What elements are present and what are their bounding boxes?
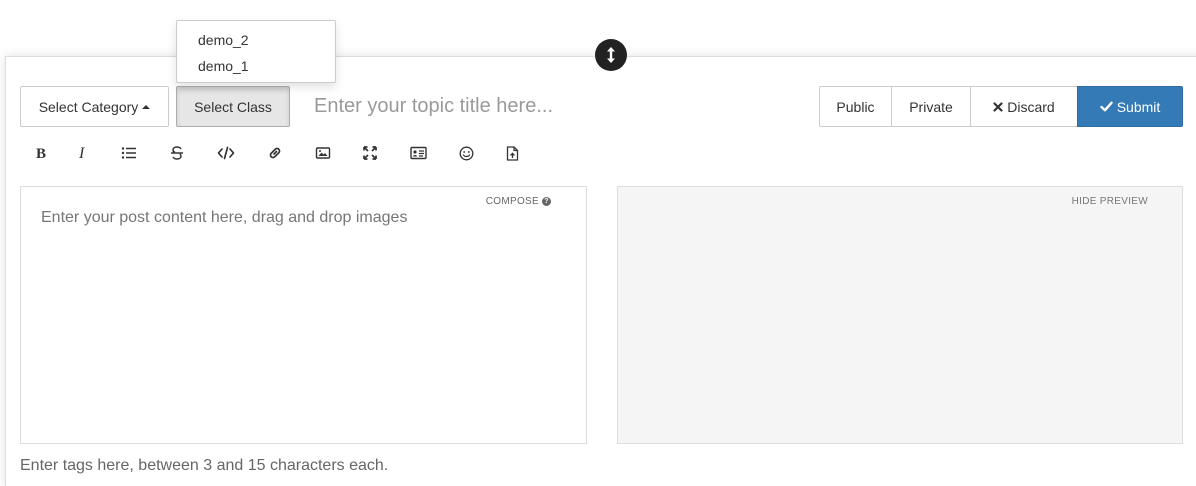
- id-card-icon[interactable]: [407, 142, 429, 164]
- public-label: Public: [836, 98, 875, 115]
- submit-label: Submit: [1116, 98, 1161, 115]
- select-category-label: Select Category: [38, 98, 139, 115]
- list-icon[interactable]: [118, 142, 140, 164]
- discard-label: Discard: [1007, 98, 1055, 115]
- private-label: Private: [909, 98, 953, 115]
- caret-up-icon: [142, 104, 151, 109]
- submit-button[interactable]: Submit: [1077, 86, 1183, 127]
- resize-handle[interactable]: [595, 39, 627, 71]
- strikethrough-icon[interactable]: [166, 142, 188, 164]
- bold-icon[interactable]: B: [29, 142, 51, 164]
- image-icon[interactable]: [312, 142, 334, 164]
- select-class-label: Select Class: [194, 98, 272, 115]
- preview-pane: HIDE PREVIEW: [617, 186, 1183, 444]
- topic-title-input[interactable]: [300, 86, 800, 127]
- dropdown-item-demo-2[interactable]: demo_2: [177, 28, 335, 54]
- select-category-button[interactable]: Select Category: [20, 86, 169, 127]
- tags-input[interactable]: [20, 456, 720, 476]
- compose-label: COMPOSE: [485, 196, 539, 207]
- private-button[interactable]: Private: [891, 86, 971, 127]
- close-icon: [993, 101, 1003, 112]
- class-dropdown-menu: demo_2 demo_1: [176, 20, 336, 83]
- italic-icon[interactable]: I: [72, 142, 94, 164]
- fullscreen-icon[interactable]: [359, 142, 381, 164]
- write-pane: COMPOSE ?: [20, 186, 587, 444]
- check-icon: [1100, 101, 1113, 112]
- hide-preview-link[interactable]: HIDE PREVIEW: [1072, 196, 1148, 207]
- svg-text:I: I: [78, 146, 85, 160]
- file-upload-icon[interactable]: [501, 142, 523, 164]
- discard-button[interactable]: Discard: [970, 86, 1078, 127]
- smile-icon[interactable]: [455, 142, 477, 164]
- compose-help[interactable]: COMPOSE ?: [486, 196, 551, 207]
- link-icon[interactable]: [264, 142, 286, 164]
- post-content-textarea[interactable]: [21, 187, 586, 443]
- vertical-resize-icon: [607, 47, 615, 63]
- svg-text:B: B: [36, 146, 46, 160]
- dropdown-item-demo-1[interactable]: demo_1: [177, 54, 335, 80]
- public-button[interactable]: Public: [819, 86, 892, 127]
- select-class-button[interactable]: Select Class: [176, 86, 290, 127]
- code-icon[interactable]: [215, 142, 237, 164]
- question-circle-icon: ?: [542, 197, 551, 206]
